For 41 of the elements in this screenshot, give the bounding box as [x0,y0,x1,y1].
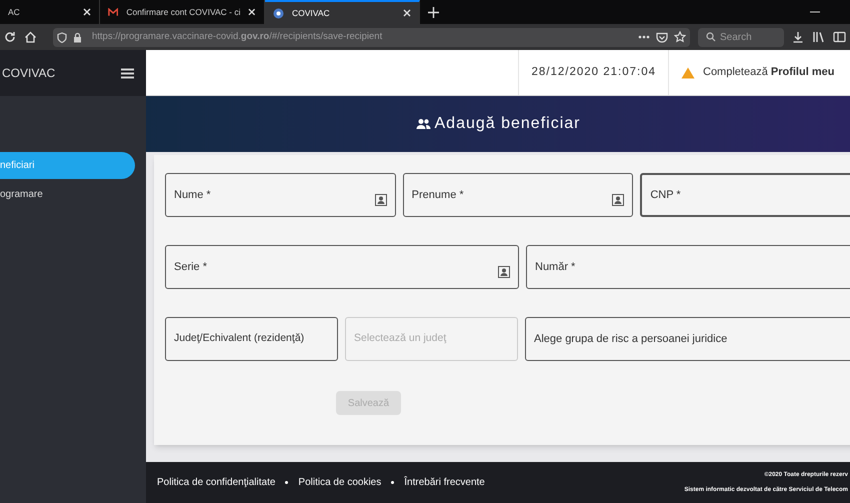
sidebar-icon[interactable] [833,31,846,43]
brand-name: COVIVAC [2,65,56,82]
lock-icon [73,32,82,42]
id-card-icon [374,194,387,206]
menu-icon[interactable] [121,68,134,78]
download-icon[interactable] [792,31,804,43]
more-icon[interactable] [638,35,650,39]
close-icon[interactable] [403,9,411,17]
input-field[interactable]: Număr * [526,245,850,289]
profile-notice[interactable]: Completează Profilul meu [703,64,834,81]
input-field[interactable]: Nume * [165,173,396,217]
pocket-icon[interactable] [656,32,668,42]
close-icon[interactable] [248,8,256,16]
site-icon [273,8,284,18]
warning-icon [681,66,695,78]
home-icon[interactable] [24,31,37,43]
id-card-icon [612,194,624,206]
library-icon[interactable] [812,31,825,43]
input-field[interactable]: CNP * [640,173,850,217]
shield-icon [57,32,67,42]
input-field[interactable]: Alege grupa de risc a persoanei juridice [525,317,850,361]
footer-link[interactable]: Întrebări frecvente [404,475,485,490]
id-card-icon [498,266,510,278]
input-field[interactable]: Prenume * [402,173,634,217]
browser-tab[interactable]: COVIVAC [265,0,420,24]
star-icon[interactable] [674,31,686,43]
footer-link[interactable]: Politica de confidenţialitate [157,475,276,490]
url-text: https://programare.vaccinare-covid.gov.ro/#/recipients/save-recipient [92,30,384,44]
mail-icon [108,8,118,16]
datetime-text: 28/12/2020 21:07:04 [531,64,656,80]
minimize-icon[interactable] [810,11,820,13]
page-title: Adaugă beneficiar [434,114,580,134]
search-icon [706,32,716,42]
footer-link[interactable]: Politica de cookies [298,475,382,490]
input-field[interactable]: Serie * [165,245,519,289]
close-icon[interactable] [83,8,91,16]
field-label: Judeţ/Echivalent (rezidenţă) [165,317,338,361]
sidebar-item[interactable]: ogramare [0,181,135,208]
reload-icon[interactable] [4,31,16,43]
users-icon [416,118,430,130]
new-tab-icon[interactable] [428,6,439,18]
